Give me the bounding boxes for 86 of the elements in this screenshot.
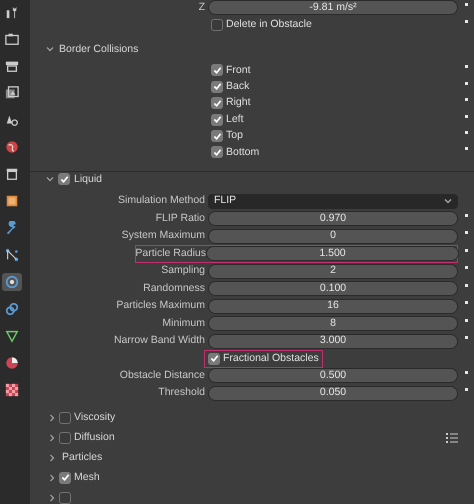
- checkbox[interactable]: [211, 64, 223, 76]
- checkbox-option[interactable]: Front: [208, 62, 254, 78]
- box-icon: [5, 167, 19, 181]
- checkbox[interactable]: [211, 80, 223, 93]
- panel-title[interactable]: Diffusion: [74, 430, 115, 446]
- chain-link-icon: [5, 302, 19, 316]
- field-label: Obstacle Distance: [120, 368, 205, 383]
- number-field[interactable]: 0.050: [208, 386, 458, 401]
- orbit-icon: [5, 275, 19, 289]
- panel-title[interactable]: Viscosity: [74, 410, 116, 426]
- chevron-right-icon[interactable]: [48, 474, 56, 482]
- field-label: Particle Radius: [135, 246, 206, 261]
- checkbox[interactable]: [211, 130, 223, 142]
- checkbox[interactable]: [211, 114, 223, 126]
- triangle-mesh-icon: [5, 329, 19, 343]
- wrench-screwdriver-icon: [5, 5, 19, 19]
- checkbox-option[interactable]: Top: [208, 128, 246, 144]
- checkbox[interactable]: [211, 19, 223, 31]
- chevron-right-icon[interactable]: [48, 454, 56, 462]
- checkbox[interactable]: [59, 472, 71, 484]
- dropdown[interactable]: FLIP: [208, 194, 458, 209]
- field-label: Particles Maximum: [116, 298, 205, 314]
- checkbox[interactable]: [59, 432, 71, 444]
- field-label: FLIP Ratio: [156, 210, 205, 226]
- checkbox-option[interactable]: Delete in Obstacle: [208, 17, 315, 33]
- checkbox[interactable]: [211, 146, 223, 158]
- checkerboard-icon: [5, 383, 19, 397]
- checkbox[interactable]: [211, 97, 223, 110]
- checkbox-option[interactable]: Bottom: [208, 144, 262, 160]
- checkbox-label: Delete in Obstacle: [226, 17, 312, 32]
- field-label: Randomness: [143, 280, 205, 296]
- field-label: Sampling: [161, 263, 205, 278]
- checkmark-icon: [60, 473, 70, 482]
- number-field[interactable]: 0.100: [208, 281, 458, 296]
- checkbox-option[interactable]: Right: [208, 95, 254, 112]
- camera-back-icon: [5, 32, 19, 46]
- checkbox-label: Left: [226, 112, 244, 127]
- sphere-icon: [5, 356, 19, 370]
- field-label: Simulation Method: [118, 193, 205, 208]
- square-icon: [5, 194, 19, 208]
- field-label: Narrow Band Width: [114, 333, 205, 348]
- chevron-right-icon[interactable]: [48, 434, 56, 442]
- checkbox-option[interactable]: Left: [208, 112, 247, 128]
- checkbox[interactable]: [59, 492, 71, 504]
- chevron-down-icon[interactable]: [46, 175, 54, 184]
- checkmark-icon: [210, 354, 218, 364]
- number-field[interactable]: 0.970: [208, 211, 458, 226]
- checkbox-label: Back: [226, 78, 250, 94]
- number-field[interactable]: 16: [208, 298, 458, 314]
- printer-icon: [5, 59, 19, 73]
- checkbox-label: Top: [226, 128, 243, 144]
- checkbox-label: Bottom: [226, 144, 260, 160]
- properties-tab[interactable]: [2, 273, 22, 291]
- field-label: Z: [198, 0, 205, 15]
- field-label: System Maximum: [122, 228, 205, 244]
- checkbox[interactable]: [59, 412, 71, 424]
- globe-icon: [5, 140, 19, 154]
- panel-title[interactable]: Liquid: [74, 172, 102, 188]
- field-label: Minimum: [162, 316, 205, 331]
- number-field[interactable]: 0: [208, 228, 458, 244]
- checkbox-option[interactable]: Fractional Obstacles: [204, 350, 323, 368]
- panel-title[interactable]: Particles: [62, 450, 102, 466]
- chevron-right-icon[interactable]: [48, 414, 56, 422]
- number-field[interactable]: 3.000: [208, 334, 458, 349]
- number-field[interactable]: 0.500: [208, 368, 458, 384]
- list-grip-icon[interactable]: [446, 432, 458, 444]
- particles-icon: [5, 248, 19, 262]
- number-field[interactable]: 8: [208, 316, 458, 332]
- cone-sphere-icon: [5, 113, 19, 127]
- checkbox-label: Front: [226, 62, 251, 78]
- chevron-down-icon: [444, 198, 452, 204]
- number-field[interactable]: 1.500: [206, 246, 459, 262]
- checkbox-label: Fractional Obstacles: [223, 350, 319, 366]
- panel-title[interactable]: Mesh: [74, 470, 100, 486]
- chevron-right-icon[interactable]: [48, 494, 56, 502]
- image-stack-icon: [5, 86, 19, 100]
- field-label: Threshold: [158, 385, 205, 400]
- checkbox-label: Right: [226, 95, 251, 110]
- number-field[interactable]: 2: [208, 264, 458, 279]
- checkbox[interactable]: [58, 173, 70, 186]
- checkbox-option[interactable]: Back: [208, 78, 252, 95]
- checkmark-icon: [60, 174, 68, 184]
- checkbox[interactable]: [208, 352, 220, 365]
- number-field[interactable]: -9.81 m/s²: [208, 0, 458, 16]
- chevron-down-icon[interactable]: [46, 45, 54, 54]
- panel-title[interactable]: Border Collisions: [59, 42, 138, 58]
